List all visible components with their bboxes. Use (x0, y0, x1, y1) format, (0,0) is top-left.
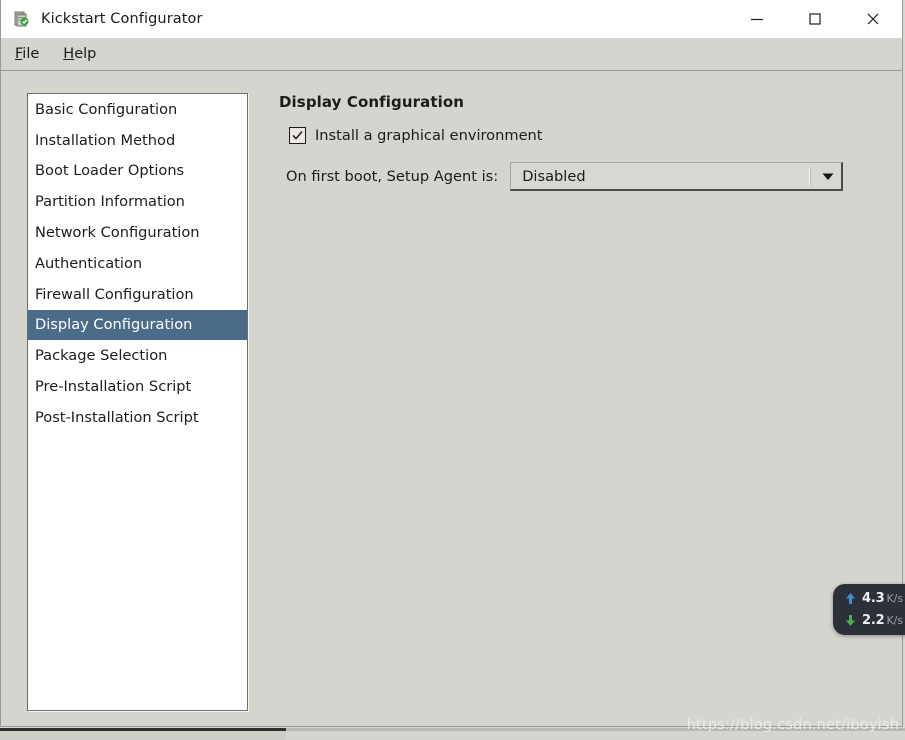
sidebar-item-display-configuration[interactable]: Display Configuration (28, 309, 247, 341)
menu-item-file[interactable]: File (14, 44, 40, 64)
window-content: Basic Configuration Installation Method … (1, 71, 902, 726)
window-controls (728, 0, 902, 38)
sidebar-item-partition-information[interactable]: Partition Information (28, 186, 247, 217)
arrow-up-icon (844, 592, 856, 605)
sidebar-item-firewall-configuration[interactable]: Firewall Configuration (28, 279, 247, 310)
page-title: Display Configuration (279, 93, 465, 111)
menu-help-rest: elp (74, 46, 97, 62)
sidebar-item-installation-method[interactable]: Installation Method (28, 125, 247, 156)
sidebar-item-label: Package Selection (35, 347, 168, 365)
window-title: Kickstart Configurator (41, 11, 203, 27)
arrow-down-icon (844, 614, 856, 627)
sidebar-item-label: Firewall Configuration (35, 285, 194, 303)
sidebar-item-post-installation-script[interactable]: Post-Installation Script (28, 402, 247, 433)
sidebar-item-label: Post-Installation Script (35, 408, 199, 426)
check-icon (292, 131, 303, 140)
setup-agent-dropdown[interactable]: Disabled (510, 162, 844, 191)
upload-speed-row: 4.3 K/s (833, 587, 905, 609)
sidebar-item-label: Partition Information (35, 193, 185, 211)
menu-bar: File Help (1, 38, 902, 71)
graphical-environment-label: Install a graphical environment (315, 127, 543, 144)
sidebar-item-boot-loader-options[interactable]: Boot Loader Options (28, 156, 247, 187)
watermark-text: https://blog.csdn.net/iboyish (686, 717, 899, 733)
sidebar-item-label: Basic Configuration (35, 100, 178, 118)
kickstart-icon (13, 10, 31, 28)
sidebar-item-label: Installation Method (35, 131, 176, 149)
graphical-environment-checkbox[interactable] (289, 127, 306, 144)
upload-speed-value: 4.3 (862, 590, 885, 606)
sidebar-item-label: Display Configuration (35, 316, 193, 334)
network-speed-widget[interactable]: 4.3 K/s 2.2 K/s (833, 584, 905, 635)
kickstart-configurator-window: Kickstart Configurator File Help Basic C… (0, 0, 903, 727)
section-list[interactable]: Basic Configuration Installation Method … (27, 93, 248, 711)
setup-agent-label: On first boot, Setup Agent is: (286, 168, 499, 185)
close-icon[interactable] (844, 0, 902, 38)
graphical-environment-row[interactable]: Install a graphical environment (289, 127, 892, 144)
sidebar-item-pre-installation-script[interactable]: Pre-Installation Script (28, 371, 247, 402)
dropdown-separator (809, 166, 812, 186)
sidebar-item-label: Boot Loader Options (35, 162, 185, 180)
sidebar-item-label: Authentication (35, 254, 143, 272)
sidebar-item-network-configuration[interactable]: Network Configuration (28, 217, 247, 248)
setup-agent-value: Disabled (522, 167, 586, 185)
sidebar-item-label: Network Configuration (35, 224, 200, 242)
sidebar-item-basic-configuration[interactable]: Basic Configuration (28, 94, 247, 125)
maximize-icon[interactable] (786, 0, 844, 38)
sidebar-item-authentication[interactable]: Authentication (28, 248, 247, 279)
taskbar-fragment (0, 728, 286, 740)
setup-agent-row: On first boot, Setup Agent is: Disabled (286, 162, 892, 191)
minimize-icon[interactable] (728, 0, 786, 38)
title-bar: Kickstart Configurator (1, 0, 902, 38)
sidebar-item-label: Pre-Installation Script (35, 378, 192, 396)
download-speed-value: 2.2 (862, 612, 885, 628)
upload-speed-unit: K/s (886, 591, 904, 605)
download-speed-unit: K/s (886, 613, 904, 627)
menu-file-rest: ile (22, 46, 40, 62)
display-configuration-panel: Display Configuration Install a graphica… (279, 93, 892, 716)
chevron-down-icon[interactable] (815, 163, 841, 190)
menu-item-help[interactable]: Help (62, 44, 97, 64)
sidebar-item-package-selection[interactable]: Package Selection (28, 340, 247, 371)
download-speed-row: 2.2 K/s (833, 609, 905, 631)
menu-help-accel: H (63, 46, 75, 62)
